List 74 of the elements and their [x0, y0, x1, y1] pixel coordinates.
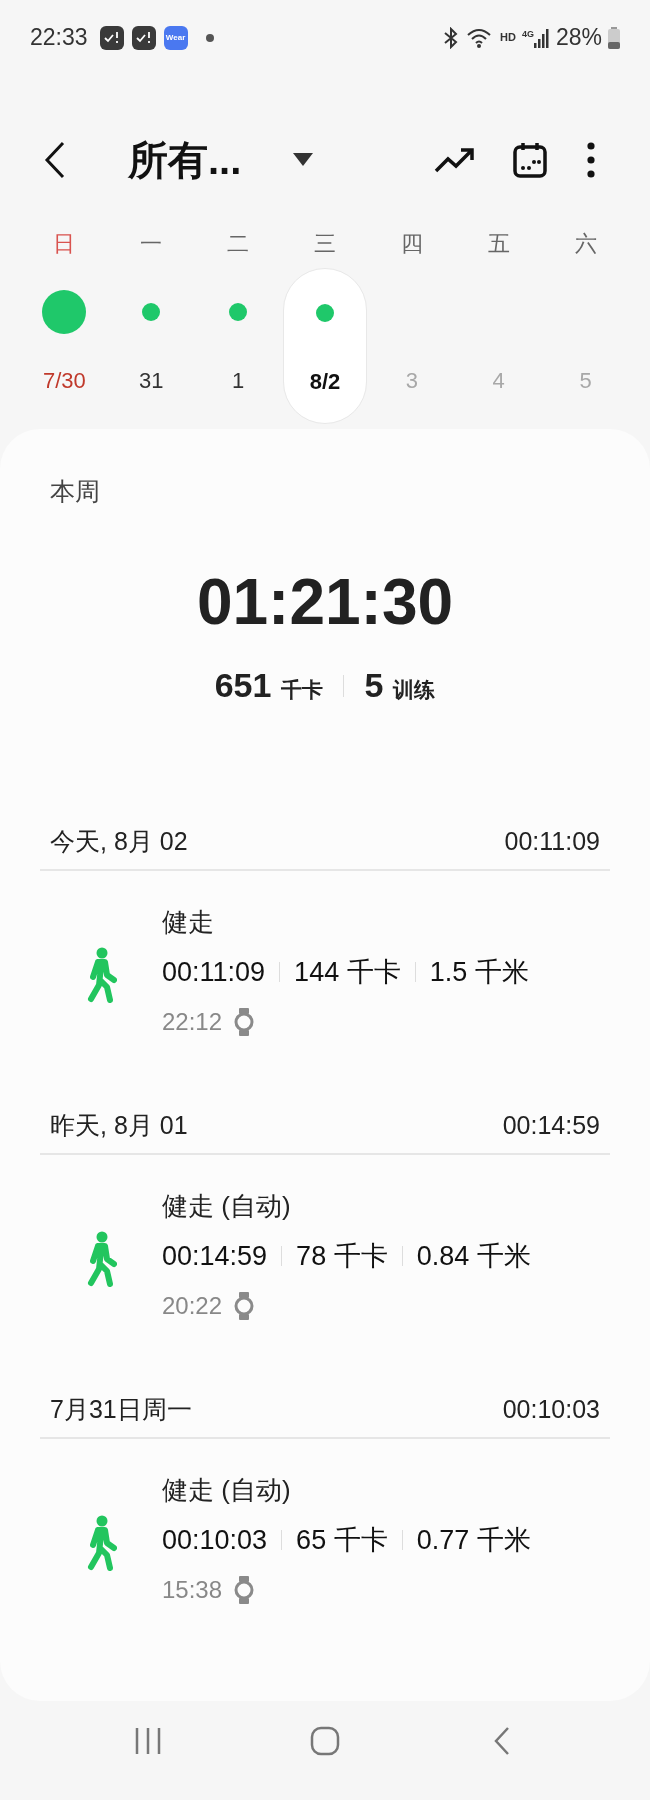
workout-entry[interactable]: 健走 (自动) 00:10:03 65 千卡 0.77 千米 15:38: [40, 1439, 610, 1616]
workout-calories: 144 千卡: [294, 956, 401, 990]
back-icon: [44, 140, 66, 179]
calendar-icon: [513, 141, 547, 178]
date-label: 31: [139, 366, 164, 395]
workout-entry[interactable]: 健走 (自动) 00:14:59 78 千卡 0.84 千米 20:22: [40, 1155, 610, 1332]
weekday-label: 三: [314, 229, 336, 258]
workout-start-time: 20:22: [162, 1291, 223, 1322]
workout-calories: 78 千卡: [296, 1240, 388, 1274]
weekday-label: 一: [140, 229, 163, 258]
dropdown-caret-icon: [293, 152, 314, 167]
calendar-day[interactable]: 五 4: [455, 223, 543, 424]
workout-duration: 00:10:03: [162, 1524, 268, 1558]
more-notifications-dot-icon: [205, 33, 214, 42]
watch-icon: [234, 1292, 255, 1321]
calendar-day[interactable]: 六 5: [542, 223, 629, 424]
workout-distance: 1.5 千米: [429, 956, 529, 990]
date-label: 1: [232, 366, 245, 395]
weekday-label: 五: [487, 229, 510, 258]
calendar-day[interactable]: 二 1: [194, 223, 282, 424]
calories-value: 651: [214, 665, 272, 707]
calories-unit: 千卡: [281, 677, 324, 704]
workouts-count: 5: [364, 665, 384, 707]
workout-start-time: 15:38: [162, 1575, 223, 1606]
walking-person-icon: [85, 1231, 117, 1288]
clock: 22:33: [30, 23, 88, 53]
workout-calories: 65 千卡: [296, 1524, 388, 1558]
watch-icon: [234, 1008, 255, 1037]
hd-indicator: HD: [500, 30, 516, 46]
battery-percentage: 28%: [555, 23, 602, 53]
workout-duration: 00:11:09: [162, 956, 266, 990]
category-dropdown[interactable]: 所有...: [128, 129, 314, 190]
date-label: 7/30: [43, 366, 86, 395]
workouts-unit: 训练: [393, 677, 436, 704]
workout-entry[interactable]: 健走 00:11:09 144 千卡 1.5 千米 22:12: [40, 871, 610, 1048]
calendar-day[interactable]: 四 3: [368, 223, 456, 424]
day-date: 7月31日周一: [50, 1393, 192, 1425]
day-total-duration: 00:10:03: [502, 1393, 600, 1425]
calendar-day[interactable]: 日 7/30: [21, 223, 108, 424]
workout-name: 健走 (自动): [162, 1474, 292, 1508]
date-label: 8/2: [309, 367, 341, 396]
day-date: 今天, 8月 02: [50, 825, 188, 857]
workout-distance: 0.77 千米: [416, 1524, 531, 1558]
calendar-day[interactable]: 一 31: [107, 223, 195, 424]
workout-duration: 00:14:59: [162, 1240, 268, 1274]
day-total-duration: 00:11:09: [504, 825, 600, 857]
more-options-icon: [587, 141, 595, 178]
weekday-label: 六: [574, 229, 597, 258]
date-label: 3: [405, 366, 418, 395]
home-icon: [310, 1725, 340, 1756]
total-duration: 01:21:30: [196, 570, 454, 635]
day-total-duration: 00:14:59: [502, 1109, 600, 1141]
date-label: 5: [579, 366, 592, 395]
watch-icon: [234, 1576, 255, 1605]
signal-icon: [533, 27, 550, 48]
checklist-notification-icon: [99, 25, 124, 50]
trend-chart-icon: [434, 146, 474, 173]
workout-name: 健走: [162, 906, 215, 940]
walking-person-icon: [85, 1515, 117, 1572]
workout-start-time: 22:12: [162, 1007, 223, 1038]
wear-app-badge: Wear: [163, 25, 188, 50]
battery-icon: [608, 26, 620, 49]
period-label: 本周: [49, 475, 101, 507]
checklist-notification-icon: [131, 25, 156, 50]
weekday-label: 日: [53, 229, 76, 258]
day-date: 昨天, 8月 01: [50, 1109, 188, 1141]
walking-person-icon: [85, 947, 117, 1004]
back-icon: [492, 1725, 511, 1756]
network-type: 4G: [521, 27, 534, 41]
date-label: 4: [492, 366, 505, 395]
weekday-label: 二: [227, 229, 250, 258]
workout-name: 健走 (自动): [162, 1190, 292, 1224]
weekday-label: 四: [400, 229, 423, 258]
workout-distance: 0.84 千米: [416, 1240, 531, 1274]
